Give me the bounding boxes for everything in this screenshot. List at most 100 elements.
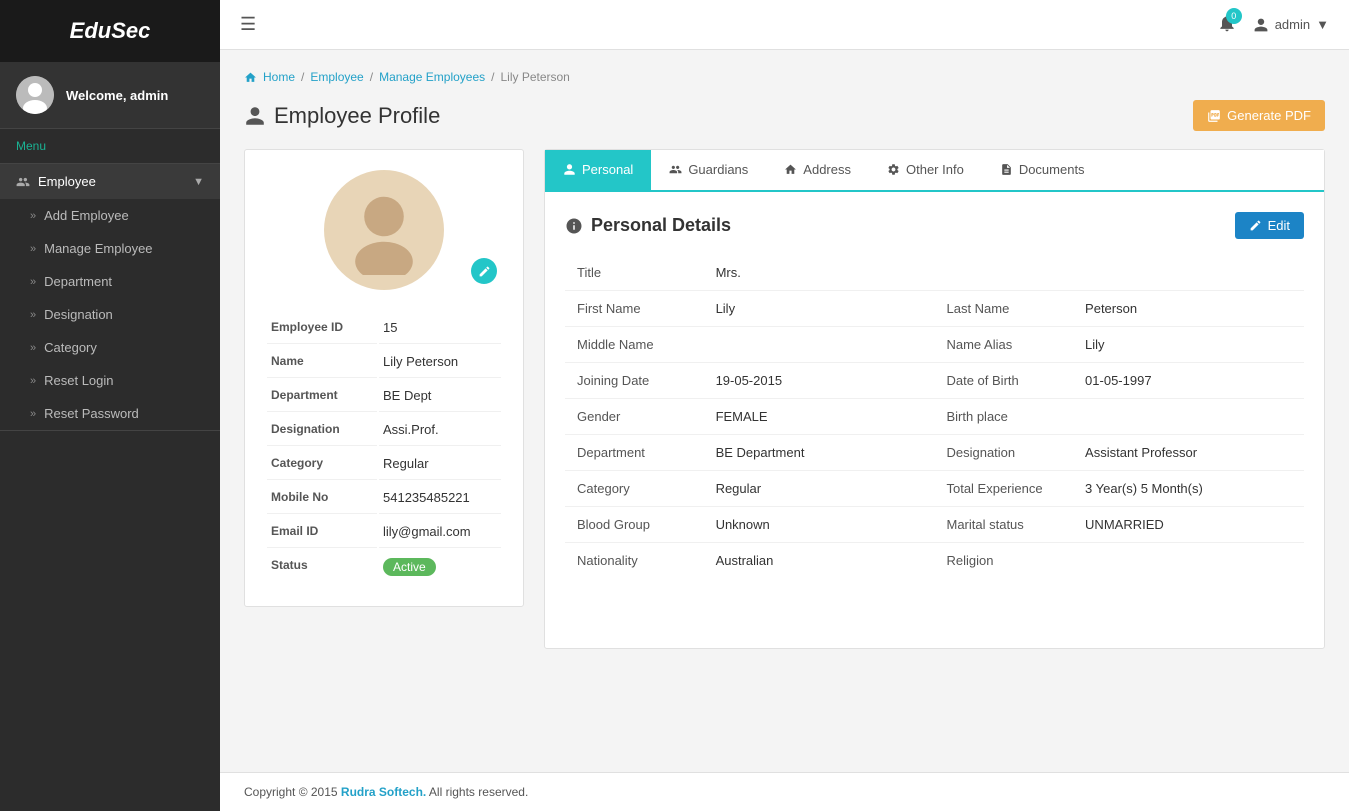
department-label: Department bbox=[267, 380, 377, 412]
field-value bbox=[704, 327, 935, 363]
edit-icon bbox=[478, 265, 491, 278]
notification-bell[interactable]: 0 bbox=[1217, 13, 1237, 36]
status-label: Status bbox=[267, 550, 377, 584]
field-value2: 3 Year(s) 5 Month(s) bbox=[1073, 471, 1304, 507]
status-badge: Active bbox=[383, 558, 436, 576]
sidebar-item-label: Category bbox=[44, 340, 97, 355]
topbar-right: 0 admin ▼ bbox=[1217, 13, 1329, 36]
mobile-label: Mobile No bbox=[267, 482, 377, 514]
sidebar-item-category[interactable]: » Category bbox=[0, 331, 220, 364]
status-value: Active bbox=[379, 550, 501, 584]
guardians-tab-icon bbox=[669, 163, 682, 176]
designation-label: Designation bbox=[267, 414, 377, 446]
employee-profile-icon bbox=[244, 105, 266, 127]
field-value: 19-05-2015 bbox=[704, 363, 935, 399]
sidebar-item-reset-password[interactable]: » Reset Password bbox=[0, 397, 220, 430]
category-label: Category bbox=[267, 448, 377, 480]
field-value2: Lily bbox=[1073, 327, 1304, 363]
photo-edit-button[interactable] bbox=[471, 258, 497, 284]
breadcrumb-current: Lily Peterson bbox=[500, 70, 569, 84]
field-label2: Total Experience bbox=[934, 471, 1073, 507]
field-label2: Date of Birth bbox=[934, 363, 1073, 399]
field-value2 bbox=[1073, 255, 1304, 291]
table-row: Gender FEMALE Birth place bbox=[565, 399, 1304, 435]
sidebar-menu-header: Menu bbox=[0, 129, 220, 164]
tab-address[interactable]: Address bbox=[766, 150, 869, 192]
field-value2: 01-05-1997 bbox=[1073, 363, 1304, 399]
address-tab-icon bbox=[784, 163, 797, 176]
tab-personal[interactable]: Personal bbox=[545, 150, 651, 192]
main-area: ☰ 0 admin ▼ Home / Employee / Manage Emp… bbox=[220, 0, 1349, 811]
field-label: Department bbox=[565, 435, 704, 471]
footer-copyright: Copyright © 2015 bbox=[244, 785, 338, 799]
field-value: Mrs. bbox=[704, 255, 935, 291]
tab-documents[interactable]: Documents bbox=[982, 150, 1103, 192]
admin-icon bbox=[1253, 17, 1269, 33]
sidebar-item-department[interactable]: » Department bbox=[0, 265, 220, 298]
hamburger-icon[interactable]: ☰ bbox=[240, 14, 256, 35]
generate-pdf-button[interactable]: Generate PDF bbox=[1193, 100, 1325, 131]
profile-container: Employee ID 15 Name Lily Peterson Depart… bbox=[244, 149, 1325, 649]
sidebar-user: Welcome, admin bbox=[0, 62, 220, 129]
name-value: Lily Peterson bbox=[379, 346, 501, 378]
field-value: Lily bbox=[704, 291, 935, 327]
breadcrumb-sep2: / bbox=[370, 70, 373, 84]
field-label: Category bbox=[565, 471, 704, 507]
tab-content-personal: Personal Details Edit Title Mrs. First N… bbox=[545, 192, 1324, 598]
sidebar-item-manage-employee[interactable]: » Manage Employee bbox=[0, 232, 220, 265]
sidebar-item-label: Reset Password bbox=[44, 406, 139, 421]
documents-tab-icon bbox=[1000, 163, 1013, 176]
field-label: Title bbox=[565, 255, 704, 291]
sidebar-item-designation[interactable]: » Designation bbox=[0, 298, 220, 331]
field-value2: UNMARRIED bbox=[1073, 507, 1304, 543]
sidebar-item-label: Designation bbox=[44, 307, 113, 322]
pdf-icon bbox=[1207, 109, 1221, 123]
avatar bbox=[16, 76, 54, 114]
footer: Copyright © 2015 Rudra Softech. All righ… bbox=[220, 772, 1349, 811]
topbar-left: ☰ bbox=[240, 14, 256, 35]
home-icon bbox=[244, 71, 257, 84]
sidebar-item-reset-login[interactable]: » Reset Login bbox=[0, 364, 220, 397]
sidebar-item-label: Department bbox=[44, 274, 112, 289]
breadcrumb-employee[interactable]: Employee bbox=[310, 70, 363, 84]
tab-other-info[interactable]: Other Info bbox=[869, 150, 982, 192]
footer-rights: All rights reserved. bbox=[429, 785, 528, 799]
breadcrumb-manage-employees[interactable]: Manage Employees bbox=[379, 70, 485, 84]
sidebar-item-label: Add Employee bbox=[44, 208, 129, 223]
bell-badge: 0 bbox=[1226, 8, 1242, 24]
sidebar-item-add-employee[interactable]: » Add Employee bbox=[0, 199, 220, 232]
admin-label: admin bbox=[1275, 17, 1310, 32]
field-label: Middle Name bbox=[565, 327, 704, 363]
tab-guardians[interactable]: Guardians bbox=[651, 150, 766, 192]
field-label: Joining Date bbox=[565, 363, 704, 399]
breadcrumb-home[interactable]: Home bbox=[263, 70, 295, 84]
field-value2 bbox=[1073, 399, 1304, 435]
arrow-icon: » bbox=[30, 375, 36, 387]
profile-info-table: Employee ID 15 Name Lily Peterson Depart… bbox=[265, 310, 503, 586]
table-row: Nationality Australian Religion bbox=[565, 543, 1304, 579]
arrow-icon: » bbox=[30, 276, 36, 288]
profile-photo bbox=[324, 170, 444, 290]
profile-card: Employee ID 15 Name Lily Peterson Depart… bbox=[244, 149, 524, 607]
edit-button[interactable]: Edit bbox=[1235, 212, 1304, 239]
tabs-header: Personal Guardians Address Other Info bbox=[545, 150, 1324, 192]
footer-company[interactable]: Rudra Softech. bbox=[341, 785, 426, 799]
chevron-icon: ▼ bbox=[193, 176, 204, 188]
breadcrumb: Home / Employee / Manage Employees / Lil… bbox=[244, 70, 1325, 84]
field-label2: Birth place bbox=[934, 399, 1073, 435]
sidebar-section-employee-title[interactable]: Employee ▼ bbox=[0, 164, 220, 199]
field-label: Gender bbox=[565, 399, 704, 435]
table-row: Joining Date 19-05-2015 Date of Birth 01… bbox=[565, 363, 1304, 399]
page-header: Employee Profile Generate PDF bbox=[244, 100, 1325, 131]
mobile-value: 541235485221 bbox=[379, 482, 501, 514]
table-row: Department BE Department Designation Ass… bbox=[565, 435, 1304, 471]
category-value: Regular bbox=[379, 448, 501, 480]
breadcrumb-sep: / bbox=[301, 70, 304, 84]
employee-id-label: Employee ID bbox=[267, 312, 377, 344]
user-group-icon bbox=[16, 175, 30, 189]
other-info-tab-icon bbox=[887, 163, 900, 176]
table-row: Category Regular Total Experience 3 Year… bbox=[565, 471, 1304, 507]
arrow-icon: » bbox=[30, 243, 36, 255]
table-row: First Name Lily Last Name Peterson bbox=[565, 291, 1304, 327]
admin-menu[interactable]: admin ▼ bbox=[1253, 17, 1329, 33]
